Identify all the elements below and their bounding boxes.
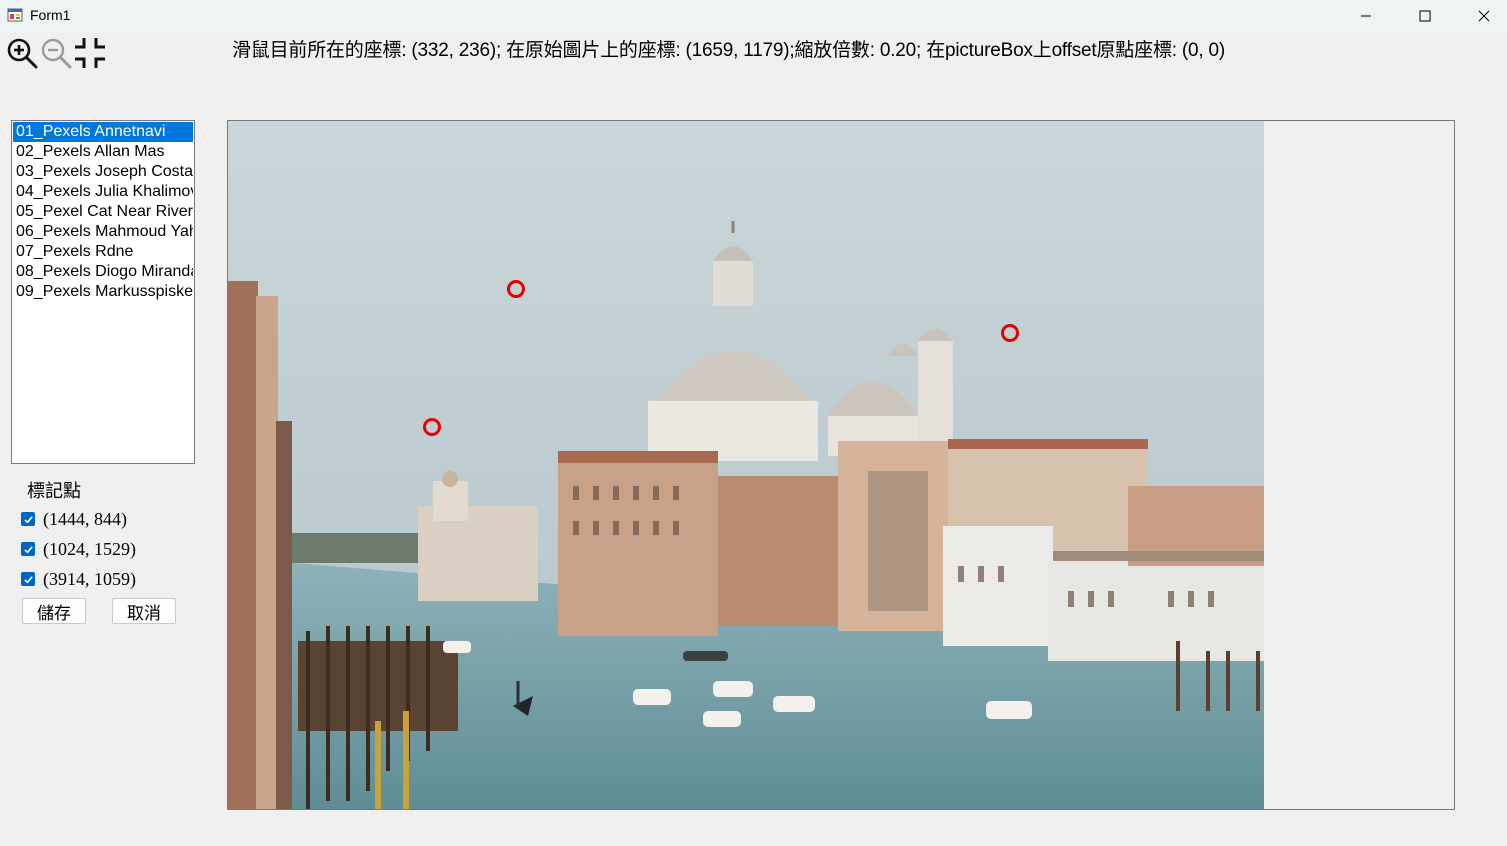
marker-label: (3914, 1059) (43, 568, 136, 589)
maximize-button[interactable] (1397, 0, 1453, 32)
checkbox-checked-icon[interactable] (21, 542, 35, 556)
list-item[interactable]: 06_Pexels Mahmoud Yahyaoui (13, 222, 193, 242)
marker-label: (1024, 1529) (43, 538, 136, 559)
picture-box[interactable] (227, 120, 1455, 810)
mouse-coordinate-label: 滑鼠目前所在的座標: (332, 236); 在原始圖片上的座標: (1659,… (232, 40, 1225, 61)
marker-point[interactable] (423, 418, 441, 436)
fit-to-window-button[interactable] (73, 36, 107, 70)
marker-label: (1444, 844) (43, 508, 127, 529)
zoom-out-button[interactable] (39, 36, 73, 70)
save-button[interactable]: 儲存 (22, 598, 86, 624)
title-bar: Form1 (0, 0, 1507, 32)
close-icon (1478, 10, 1490, 22)
minimize-icon (1361, 15, 1371, 17)
window-title: Form1 (30, 7, 71, 23)
zoom-in-icon (7, 38, 38, 69)
cancel-button[interactable]: 取消 (112, 598, 176, 624)
zoom-out-icon (41, 38, 72, 69)
markers-title: 標記點 (27, 481, 81, 501)
list-item[interactable]: 09_Pexels Markusspiske (13, 282, 193, 302)
list-item[interactable]: 02_Pexels Allan Mas (13, 142, 193, 162)
list-item[interactable]: 01_Pexels Annetnavi (13, 122, 193, 142)
form-app-icon (7, 7, 23, 23)
marker-checkbox-row[interactable]: (3914, 1059) (21, 568, 136, 590)
list-item[interactable]: 04_Pexels Julia Khalimova (13, 182, 193, 202)
fit-to-window-icon (75, 38, 105, 68)
zoom-in-button[interactable] (5, 36, 39, 70)
minimize-button[interactable] (1338, 0, 1394, 32)
list-item[interactable]: 03_Pexels Joseph Costa (13, 162, 193, 182)
marker-point[interactable] (1001, 324, 1019, 342)
list-item[interactable]: 05_Pexel Cat Near River (13, 202, 193, 222)
checkbox-checked-icon[interactable] (21, 512, 35, 526)
marker-checkbox-row[interactable]: (1024, 1529) (21, 538, 136, 560)
checkbox-checked-icon[interactable] (21, 572, 35, 586)
venice-canal-photo (228, 121, 1264, 809)
image-listbox[interactable]: 01_Pexels Annetnavi 02_Pexels Allan Mas … (11, 120, 195, 464)
marker-checkbox-row[interactable]: (1444, 844) (21, 508, 127, 530)
marker-point[interactable] (507, 280, 525, 298)
maximize-icon (1419, 10, 1431, 22)
list-item[interactable]: 07_Pexels Rdne (13, 242, 193, 262)
close-button[interactable] (1456, 0, 1507, 32)
list-item[interactable]: 08_Pexels Diogo Miranda (13, 262, 193, 282)
